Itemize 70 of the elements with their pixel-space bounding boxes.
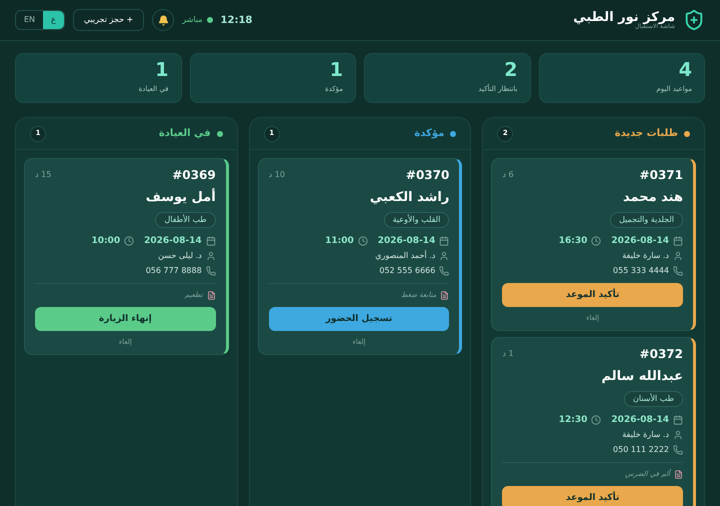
app-title: مركز نور الطبي — [573, 10, 675, 24]
phone-icon — [206, 266, 216, 276]
doctor-name: د. ليلى حسن — [158, 252, 202, 260]
appointment-date: 2026-08-14 — [144, 236, 202, 246]
doctor-name: د. سارة خليفة — [622, 431, 669, 439]
appointment-time: 11:00 — [325, 236, 354, 246]
action-button[interactable]: تأكيد الموعد — [502, 486, 683, 506]
appointment-time: 10:00 — [91, 236, 120, 246]
stat-value: 2 — [504, 61, 518, 80]
department-tag: الجلدية والتجميل — [610, 212, 683, 228]
clock-icon — [591, 415, 602, 425]
phone-number: 050 111 2222 — [613, 446, 669, 454]
demo-booking-button[interactable]: + حجز تجريبي — [72, 9, 144, 31]
language-option[interactable]: EN — [16, 11, 44, 29]
bell-icon — [158, 14, 169, 26]
phone-icon — [673, 445, 683, 455]
phone-number: 052 555 6666 — [379, 267, 436, 275]
appointment-date: 2026-08-14 — [611, 416, 669, 424]
appointment-id: #0372 — [640, 348, 683, 360]
phone-icon — [439, 266, 450, 276]
doctor-icon — [673, 430, 683, 440]
department-tag: طب الأطفال — [155, 212, 216, 228]
note-icon — [440, 291, 450, 300]
doctor-icon — [439, 251, 450, 261]
doctor-name: د. سارة خليفة — [622, 252, 669, 260]
calendar-icon — [439, 236, 450, 246]
appointment-time: 16:30 — [558, 236, 588, 246]
appointment-date: 2026-08-14 — [378, 236, 436, 246]
patient-name: هند محمد — [622, 191, 683, 204]
appointment-id: #0370 — [406, 169, 450, 181]
calendar-icon — [673, 236, 683, 246]
calendar-icon — [673, 415, 683, 425]
wait-time: 1 د — [502, 350, 514, 358]
column-title: طلبات جديدة — [614, 127, 678, 141]
department-tag: طب الأسنان — [624, 391, 683, 407]
live-label: مباشر — [182, 14, 203, 26]
appointment-time: 12:30 — [558, 416, 588, 424]
phone-icon — [673, 266, 683, 276]
patient-name: عبدالله سالم — [600, 370, 683, 383]
shield-logo-icon — [683, 9, 705, 31]
action-button[interactable]: تسجيل الحضور — [268, 307, 450, 331]
patient-name: راشد الكعبي — [368, 191, 450, 204]
column-title: في العيادة — [158, 127, 211, 141]
clock-icon — [591, 236, 602, 246]
action-button[interactable]: تأكيد الموعد — [502, 283, 683, 307]
notifications-button[interactable] — [152, 9, 174, 31]
appointment-date: 2026-08-14 — [611, 236, 669, 246]
stat-value: 4 — [678, 61, 692, 80]
doctor-icon — [206, 251, 216, 261]
stat-value: 1 — [330, 61, 343, 80]
action-button[interactable]: إنهاء الزيارة — [35, 307, 216, 331]
appointment-id: #0371 — [640, 169, 683, 181]
phone-number: 056 777 8888 — [146, 267, 202, 275]
stat-value: 1 — [155, 61, 168, 80]
department-tag: القلب والأوعية — [384, 212, 450, 228]
clock-time: 12:18 — [220, 14, 252, 28]
phone-number: 055 333 4444 — [613, 267, 669, 275]
appointment-id: #0369 — [172, 169, 216, 181]
doctor-icon — [673, 251, 683, 261]
calendar-icon — [206, 236, 216, 246]
note-icon — [674, 470, 683, 479]
wait-time: 15 د — [35, 171, 52, 179]
clock-icon — [124, 236, 134, 246]
wait-time: 10 د — [268, 171, 285, 179]
column-title: مؤكدة — [414, 127, 444, 141]
wait-time: 6 د — [502, 171, 514, 179]
clock-icon — [358, 236, 368, 246]
note-icon — [206, 291, 216, 300]
doctor-name: د. أحمد المنصوري — [375, 252, 436, 260]
language-option[interactable]: ع — [43, 11, 64, 29]
